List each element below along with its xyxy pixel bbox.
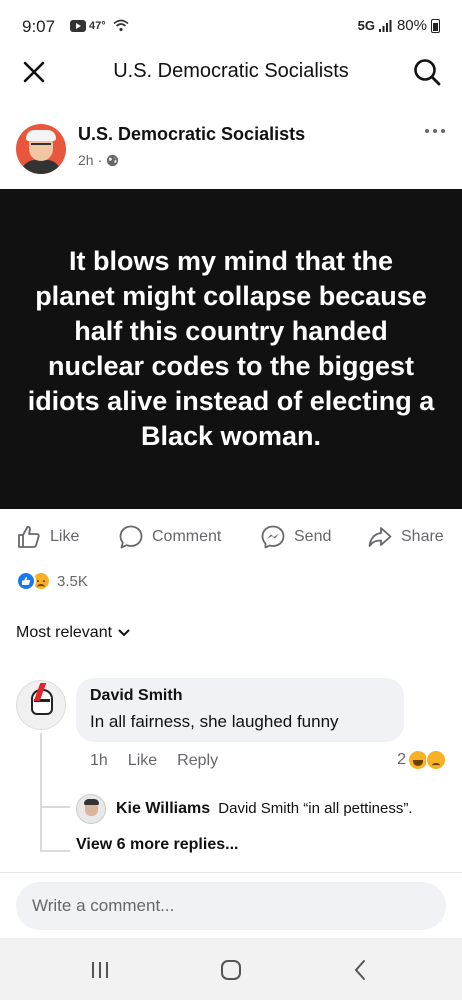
comment-bubble-icon <box>119 525 143 549</box>
like-reaction-icon <box>16 571 36 591</box>
post-time[interactable]: 2h <box>78 152 94 168</box>
divider <box>0 872 462 873</box>
thread-line <box>40 733 42 851</box>
thumbs-up-icon <box>18 526 40 548</box>
globe-icon <box>107 154 119 166</box>
reply-preview[interactable]: Kie Williams David Smith “in all pettine… <box>116 800 413 818</box>
post-page-name[interactable]: U.S. Democratic Socialists <box>78 124 305 145</box>
thread-branch <box>40 806 70 808</box>
comment-meta: 1h Like Reply <box>90 752 218 770</box>
post-actions: Like Comment Send Share <box>0 516 462 560</box>
comment-input-placeholder: Write a comment... <box>32 896 175 915</box>
close-icon <box>23 61 45 83</box>
more-dot <box>425 129 429 133</box>
post-header: U.S. Democratic Socialists 2h · <box>0 118 462 182</box>
comment-reaction-summary[interactable]: 2 <box>397 750 446 770</box>
more-options-button[interactable] <box>422 124 448 138</box>
comment-label: Comment <box>152 528 222 545</box>
home-icon <box>221 960 241 980</box>
app-header: U.S. Democratic Socialists <box>0 52 462 92</box>
home-button[interactable] <box>211 956 251 984</box>
back-button[interactable] <box>340 956 380 984</box>
reply-author[interactable]: Kie Williams <box>116 800 210 817</box>
send-button[interactable]: Send <box>260 524 331 550</box>
avatar-hair <box>26 130 56 141</box>
battery-percent: 80% <box>396 17 427 34</box>
search-icon <box>414 59 441 86</box>
comment-author[interactable]: David Smith <box>90 687 182 705</box>
commenter-avatar[interactable] <box>16 680 66 730</box>
recent-apps-icon <box>92 962 108 978</box>
comment-text: In all fairness, she laughed funny <box>90 712 339 731</box>
more-dot <box>433 129 437 133</box>
more-dot <box>441 129 445 133</box>
comment-bubble[interactable]: David Smith In all fairness, she laughed… <box>76 678 404 742</box>
status-notification-icons: 47° <box>70 19 129 32</box>
comment-reply-button[interactable]: Reply <box>177 752 218 770</box>
search-button[interactable] <box>410 55 444 89</box>
reply-text: David Smith “in all pettiness”. <box>218 800 413 817</box>
temperature: 47° <box>89 19 106 32</box>
like-button[interactable]: Like <box>16 524 79 550</box>
post-meta: 2h · <box>78 152 119 168</box>
avatar-glasses <box>31 143 51 148</box>
status-right: 5G 80% <box>358 17 440 34</box>
status-bar: 9:07 47° 5G 80% <box>0 0 462 52</box>
comment-reaction-count: 2 <box>397 751 406 768</box>
comment-sort-dropdown[interactable]: Most relevant <box>16 624 130 642</box>
avatar-body <box>21 160 61 174</box>
page-title: U.S. Democratic Socialists <box>113 60 349 82</box>
youtube-notification-icon <box>70 19 86 32</box>
back-icon <box>354 960 365 980</box>
comment-time: 1h <box>90 752 108 769</box>
comment-button[interactable]: Comment <box>118 524 221 550</box>
post-image-text: It blows my mind that the planet might c… <box>27 246 435 451</box>
avatar-hair <box>84 799 99 805</box>
status-time: 9:07 <box>22 17 56 36</box>
system-nav-bar <box>0 938 462 1000</box>
comment-input[interactable]: Write a comment... <box>16 882 446 930</box>
view-more-replies-link[interactable]: View 6 more replies... <box>76 836 238 854</box>
recent-apps-button[interactable] <box>80 956 120 984</box>
share-button[interactable]: Share <box>367 524 444 550</box>
like-label: Like <box>50 528 80 545</box>
share-label: Share <box>401 528 444 545</box>
send-label: Send <box>294 528 332 545</box>
network-type: 5G <box>357 18 375 33</box>
page-avatar[interactable] <box>16 124 66 174</box>
signal-icon <box>378 19 392 32</box>
post-image[interactable]: It blows my mind that the planet might c… <box>0 189 462 509</box>
messenger-icon <box>261 525 285 549</box>
share-arrow-icon <box>368 527 392 547</box>
close-button[interactable] <box>18 56 50 88</box>
replier-avatar[interactable] <box>76 794 106 824</box>
reaction-count: 3.5K <box>57 572 88 590</box>
comment-like-button[interactable]: Like <box>128 752 157 770</box>
sad-reaction-icon <box>426 750 446 770</box>
meta-separator: · <box>97 152 103 168</box>
chevron-down-icon <box>118 629 130 637</box>
thread-branch <box>40 850 70 852</box>
battery-icon <box>431 18 440 33</box>
reaction-summary[interactable]: 3.5K <box>16 571 88 591</box>
wifi-icon <box>113 19 129 32</box>
thumbs-up-mini-icon <box>22 577 31 585</box>
sort-label: Most relevant <box>16 624 113 641</box>
haha-reaction-icon <box>408 750 428 770</box>
